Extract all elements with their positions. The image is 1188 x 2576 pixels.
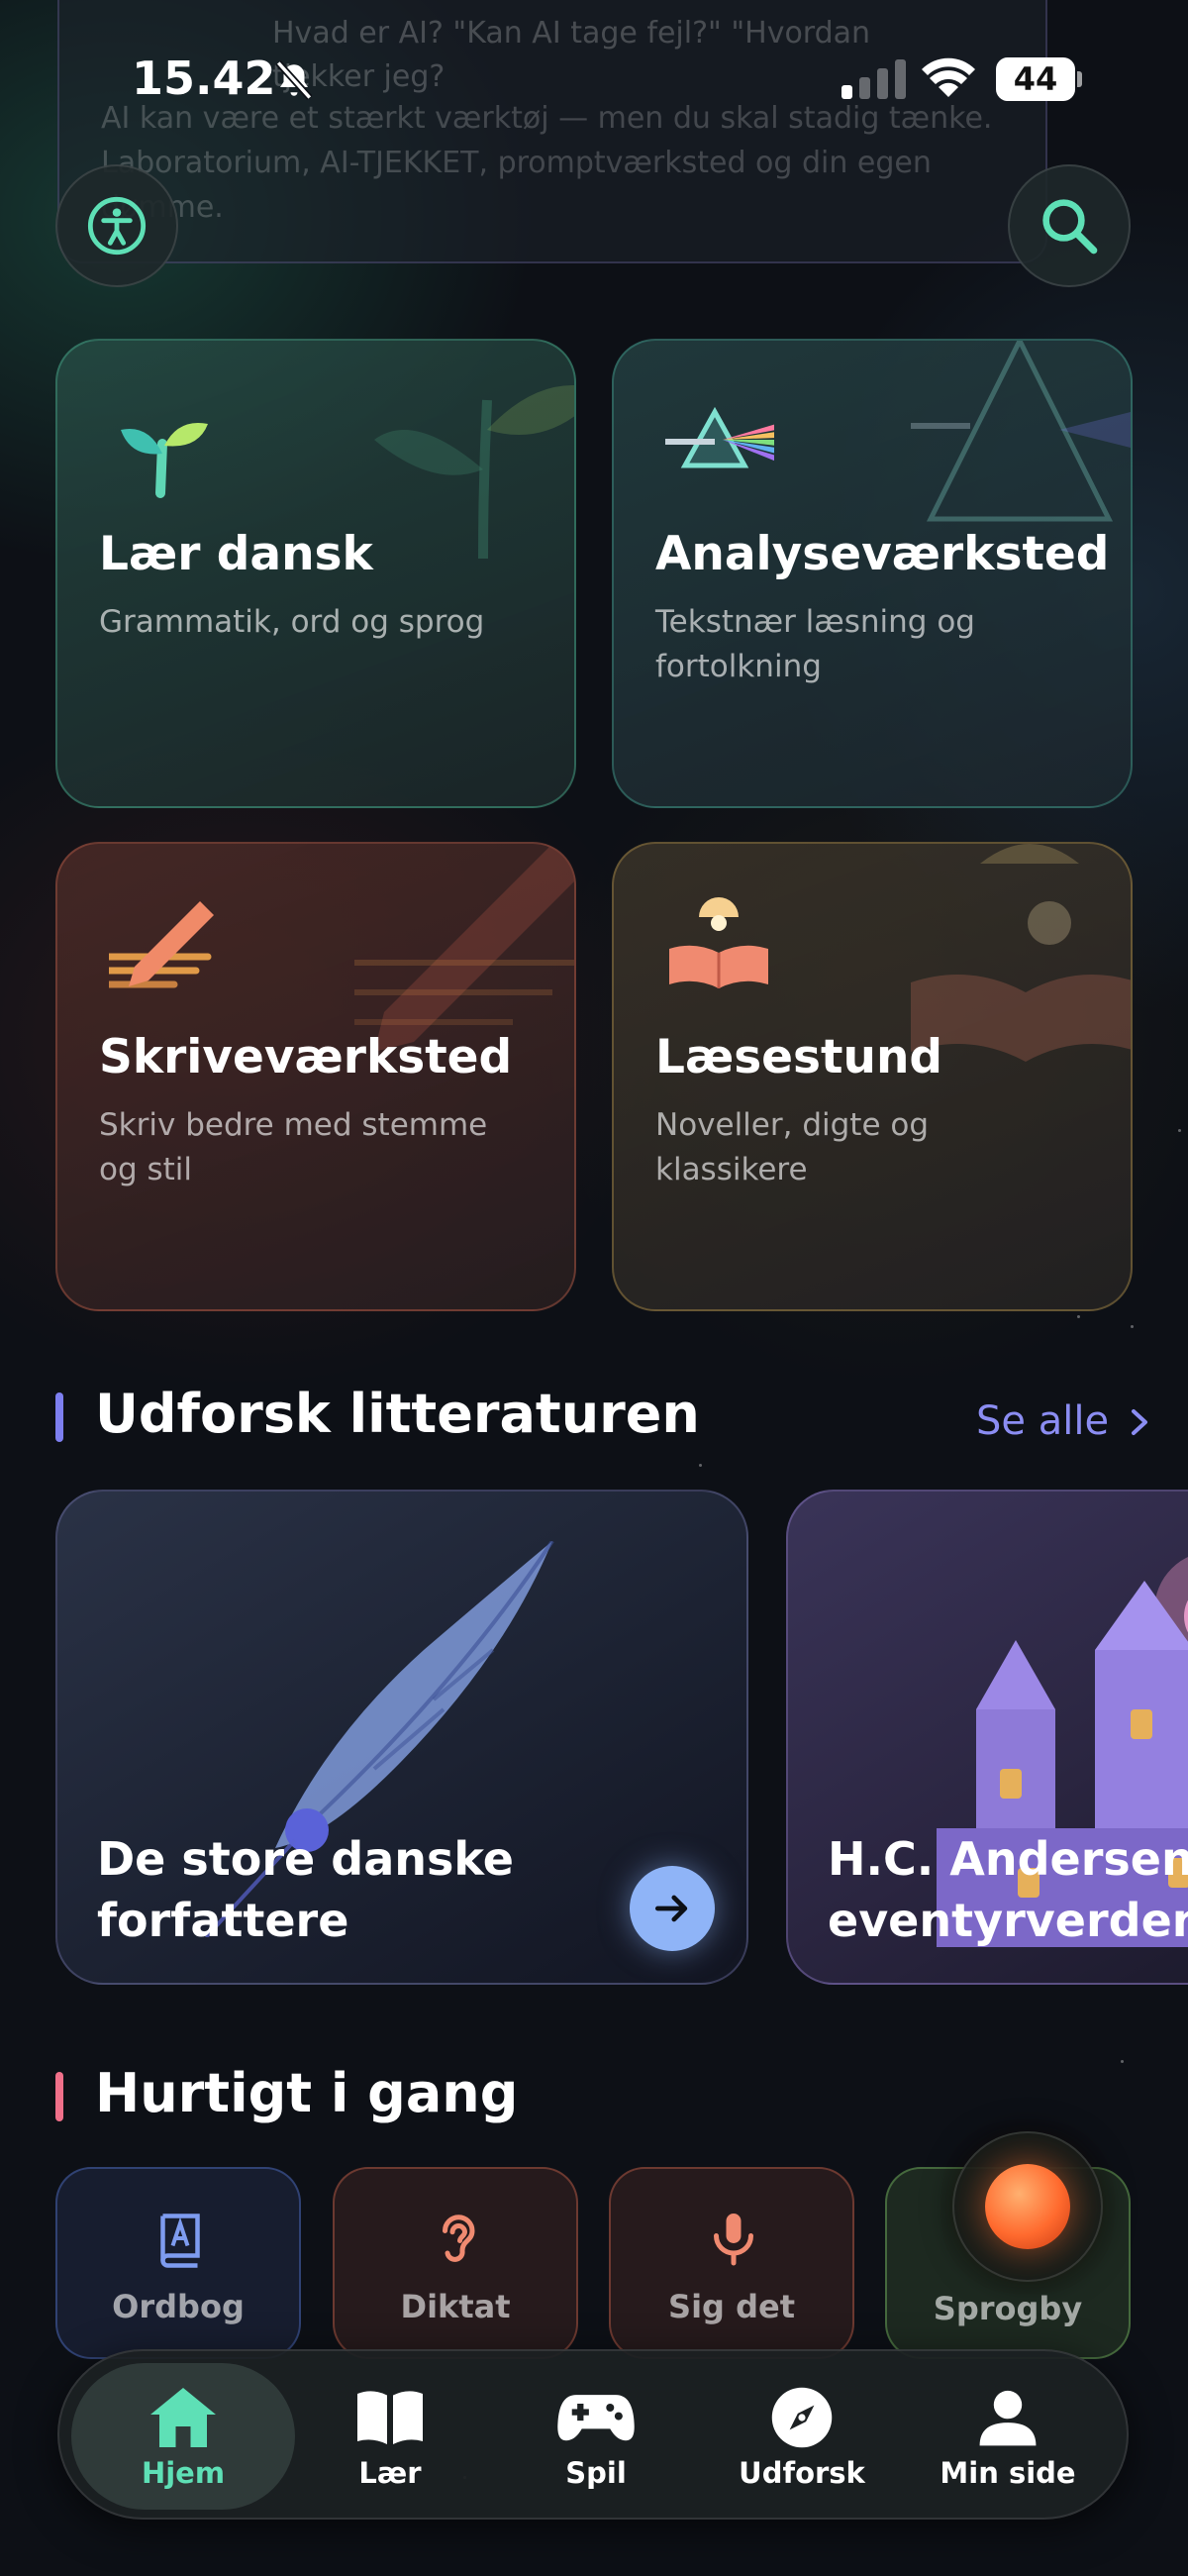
battery-level: 44 — [996, 57, 1075, 101]
section-accent-bar — [55, 1392, 63, 1442]
bell-off-icon — [275, 60, 313, 100]
quick-tile-ordbog[interactable]: Ordbog — [55, 2167, 301, 2359]
literature-card-title: De store danske forfattere — [97, 1832, 514, 1947]
category-subtitle: Grammatik, ord og sprog — [99, 604, 485, 640]
see-all-label: Se alle — [976, 1398, 1110, 1444]
category-title: Analyseværksted — [655, 527, 1110, 581]
star-dot — [1178, 1129, 1181, 1132]
tab-min-side[interactable]: Min side — [909, 2351, 1107, 2522]
quick-tile-label: Sig det — [668, 2288, 795, 2325]
microphone-icon — [714, 2214, 753, 2266]
star-dot — [1077, 1315, 1080, 1318]
category-subtitle: Skriv bedre med stemme og stil — [99, 1107, 488, 1187]
tab-label: Hjem — [141, 2456, 226, 2490]
book-icon — [357, 2391, 423, 2444]
category-card-analysevaerksted[interactable]: Analyseværksted Tekstnær læsning og fort… — [612, 339, 1133, 808]
see-all-link[interactable]: Se alle — [976, 1398, 1151, 1444]
orb-icon — [985, 2164, 1070, 2249]
quick-tile-label: Ordbog — [112, 2288, 245, 2325]
ear-icon — [443, 2215, 475, 2262]
literature-card-title: H.C. Andersens eventyrverden — [828, 1832, 1188, 1947]
prism-icon — [665, 406, 774, 468]
literature-heading: Udforsk litteraturen — [95, 1383, 700, 1445]
sprout-icon — [121, 422, 208, 498]
tab-label: Udforsk — [739, 2456, 865, 2490]
tab-label: Lær — [358, 2456, 422, 2490]
open-book-icon — [669, 897, 768, 988]
accessibility-icon — [87, 196, 147, 256]
category-card-laesestund[interactable]: Læsestund Noveller, digte og klassikere — [612, 842, 1133, 1311]
quick-tile-label: Diktat — [400, 2288, 511, 2325]
prism-decoration — [911, 341, 1131, 522]
ai-card-description: AI kan være et stærkt værktøj — men du s… — [101, 101, 993, 225]
category-title: Skriveværksted — [99, 1030, 513, 1084]
wifi-icon — [922, 57, 975, 97]
battery-tip — [1077, 71, 1082, 87]
star-dot — [1121, 2060, 1124, 2063]
sprout-decoration — [374, 385, 574, 560]
literature-card-hc-andersen[interactable]: H.C. Andersens eventyrverden — [786, 1490, 1188, 1985]
book-decoration — [911, 844, 1131, 1062]
quick-start-heading: Hurtigt i gang — [95, 2062, 519, 2124]
tab-bar: Hjem Lær Spil Udforsk Min side — [57, 2349, 1129, 2520]
category-card-skrivevaerksted[interactable]: Skriveværksted Skriv bedre med stemme og… — [55, 842, 576, 1311]
quick-tile-diktat[interactable]: Diktat — [333, 2167, 578, 2359]
category-title: Læsestund — [655, 1030, 943, 1084]
ai-info-card[interactable]: Hvad er AI? "Kan AI tage fejl?" "Hvordan… — [57, 0, 1047, 263]
category-subtitle: Noveller, digte og klassikere — [655, 1107, 930, 1187]
arrow-right-icon — [654, 1895, 688, 1922]
category-subtitle: Tekstnær læsning og fortolkning — [655, 604, 975, 684]
orb-button[interactable] — [952, 2131, 1103, 2282]
tab-hjem[interactable]: Hjem — [71, 2363, 295, 2510]
literature-card-authors[interactable]: De store danske forfattere — [55, 1490, 748, 1985]
person-icon — [979, 2390, 1037, 2446]
star-dot — [1131, 1325, 1134, 1328]
section-accent-bar — [55, 2072, 63, 2121]
gamepad-icon — [557, 2395, 635, 2441]
tab-udforsk[interactable]: Udforsk — [703, 2351, 901, 2522]
pencil-icon — [109, 901, 214, 988]
compass-icon — [771, 2387, 833, 2448]
open-authors-button[interactable] — [630, 1866, 715, 1951]
signal-icon — [842, 59, 906, 99]
tab-spil[interactable]: Spil — [497, 2351, 695, 2522]
status-time: 15.42 — [132, 52, 276, 105]
search-button[interactable] — [1008, 164, 1131, 287]
category-card-laer-dansk[interactable]: Lær dansk Grammatik, ord og sprog — [55, 339, 576, 808]
chevron-right-icon — [1131, 1409, 1147, 1435]
star-dot — [699, 1464, 702, 1467]
accessibility-button[interactable] — [55, 164, 178, 287]
tab-label: Spil — [565, 2456, 627, 2490]
quick-tile-label: Sprogby — [933, 2290, 1083, 2327]
dictionary-icon — [160, 2214, 200, 2268]
home-icon — [150, 2388, 216, 2447]
search-icon — [1042, 199, 1098, 255]
battery-indicator: 44 — [996, 57, 1082, 101]
quick-tile-sig-det[interactable]: Sig det — [609, 2167, 854, 2359]
tab-laer[interactable]: Lær — [291, 2351, 489, 2522]
tab-label: Min side — [940, 2456, 1076, 2490]
category-title: Lær dansk — [99, 527, 373, 581]
